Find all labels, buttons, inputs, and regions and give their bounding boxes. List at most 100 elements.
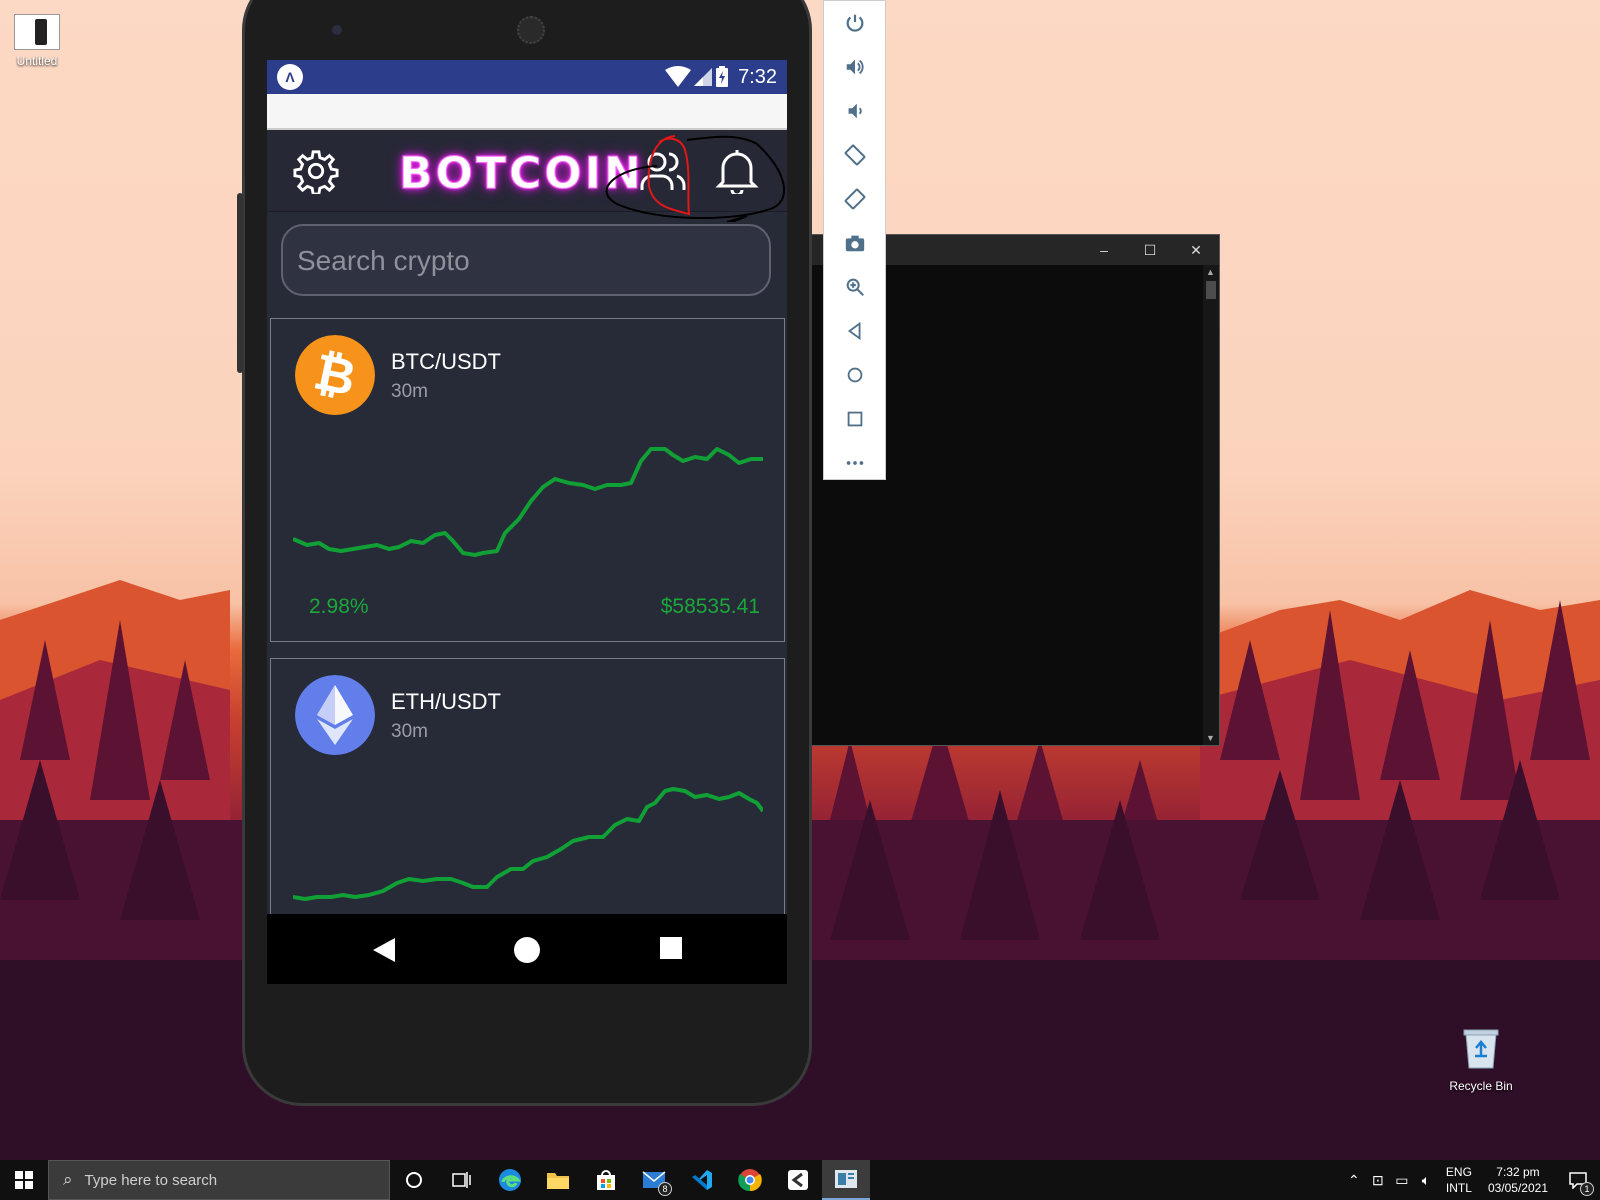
overview-icon (847, 411, 862, 427)
back-icon (847, 321, 860, 341)
settings-gear-icon[interactable] (293, 148, 339, 194)
zoom-button[interactable] (824, 265, 885, 309)
emulator-window-icon (835, 1170, 857, 1188)
folder-icon (547, 1173, 569, 1189)
cortana-circle-icon (406, 1172, 422, 1188)
rotate-right-icon (844, 188, 865, 210)
taskbar-android-studio[interactable] (774, 1160, 822, 1200)
volume-up-icon (846, 59, 863, 75)
zoom-icon (846, 278, 864, 296)
wifi-icon (665, 66, 692, 87)
meet-now-icon[interactable]: ⊡ (1366, 1172, 1390, 1189)
rotate-left-button[interactable] (824, 133, 885, 177)
mail-count-badge: 8 (658, 1182, 672, 1196)
scroll-up-icon[interactable]: ▲ (1206, 267, 1215, 277)
task-view-icon (452, 1172, 471, 1188)
lang-layout: INTL (1445, 1181, 1472, 1195)
volume-up-button[interactable] (824, 45, 885, 89)
app-header: BOTCOIN (267, 130, 787, 222)
scroll-thumb[interactable] (1206, 281, 1216, 299)
show-hidden-icons-chevron-icon[interactable]: ⌃ (1342, 1172, 1366, 1189)
taskbar-edge[interactable] (486, 1160, 534, 1200)
cortana-button[interactable] (390, 1160, 438, 1200)
windows-logo-icon (15, 1171, 33, 1189)
nav-back-icon[interactable] (371, 936, 397, 964)
rotate-left-icon (844, 144, 865, 166)
search-input[interactable]: Search crypto (281, 224, 771, 296)
app-bar (267, 94, 787, 130)
volume-down-button[interactable] (824, 89, 885, 133)
home-icon (847, 367, 862, 383)
bitcoin-icon: ₿ (295, 335, 375, 415)
search-placeholder: Type here to search (84, 1171, 218, 1189)
close-button[interactable]: ✕ (1173, 242, 1219, 259)
annotation-scribble (605, 135, 786, 222)
volume-icon[interactable]: 🔈︎ (1414, 1172, 1438, 1189)
desktop: Untitled Recycle Bin – ☐ ✕ ▲ ▼ Λ 7:32 BO… (0, 0, 1600, 1160)
taskbar-chrome[interactable] (726, 1160, 774, 1200)
more-icon (846, 461, 863, 465)
screenshot-button[interactable] (824, 221, 885, 265)
start-button[interactable] (0, 1160, 48, 1200)
pair-name: ETH/USDT (391, 689, 501, 714)
price-change: 2.98% (309, 595, 369, 618)
minimize-button[interactable]: – (1081, 242, 1127, 258)
android-studio-icon (788, 1170, 808, 1190)
taskbar-search-box[interactable]: ⌕ Type here to search (48, 1160, 390, 1200)
android-status-bar: Λ 7:32 (267, 60, 787, 94)
price-value: $58535.41 (660, 595, 760, 618)
phone-screen: Λ 7:32 BOTCOIN Search crypto ₿ BTC/USDT … (267, 60, 787, 984)
clock-time: 7:32 pm (1496, 1165, 1540, 1179)
edge-browser-icon (499, 1169, 521, 1191)
nav-overview-icon[interactable] (659, 936, 683, 960)
volume-down-icon (848, 103, 862, 119)
battery-charging-icon (716, 66, 729, 87)
desktop-icon-label: Untitled (16, 54, 58, 68)
power-button[interactable] (824, 1, 885, 45)
store-bag-icon (597, 1170, 615, 1190)
desktop-icon-label: Recycle Bin (1449, 1079, 1513, 1093)
back-button[interactable] (824, 309, 885, 353)
home-button[interactable] (824, 353, 885, 397)
front-camera-icon (332, 25, 342, 35)
interval-label: 30m (391, 721, 428, 742)
price-sparkline (293, 447, 763, 557)
pair-name: BTC/USDT (391, 349, 501, 374)
console-scrollbar[interactable]: ▲ ▼ (1203, 265, 1219, 745)
scroll-down-icon[interactable]: ▼ (1206, 733, 1215, 743)
more-button[interactable] (824, 441, 885, 485)
power-icon (846, 14, 863, 32)
desktop-icon-untitled[interactable]: Untitled (8, 14, 66, 68)
taskbar-vscode[interactable] (678, 1160, 726, 1200)
taskbar-emulator[interactable] (822, 1160, 870, 1200)
overview-button[interactable] (824, 397, 885, 441)
crypto-card-btc[interactable]: ₿ BTC/USDT 30m 2.98% $58535.41 (270, 318, 785, 642)
taskbar-store[interactable] (582, 1160, 630, 1200)
system-tray: ⌃ ⊡ ▭ 🔈︎ ENG INTL 7:32 pm 03/05/2021 1 (1342, 1160, 1600, 1200)
taskbar-file-explorer[interactable] (534, 1160, 582, 1200)
action-center-button[interactable]: 1 (1556, 1160, 1600, 1200)
search-icon: ⌕ (63, 1170, 73, 1189)
recycle-bin-icon (1463, 1029, 1499, 1069)
network-icon[interactable]: ▭ (1390, 1172, 1414, 1189)
maximize-button[interactable]: ☐ (1127, 242, 1173, 259)
interval-label: 30m (391, 381, 428, 402)
vscode-icon (692, 1170, 712, 1190)
status-time: 7:32 (738, 65, 777, 88)
notification-count-badge: 1 (1580, 1182, 1594, 1196)
file-thumbnail-icon (14, 14, 60, 50)
rotate-right-button[interactable] (824, 177, 885, 221)
input-language[interactable]: ENG INTL (1438, 1164, 1480, 1196)
cellular-signal-icon (694, 68, 713, 86)
side-button (237, 193, 243, 373)
camera-icon (845, 235, 864, 252)
taskbar-mail[interactable]: 8 (630, 1160, 678, 1200)
desktop-icon-recycle-bin[interactable]: Recycle Bin (1440, 1026, 1522, 1093)
nav-home-icon[interactable] (513, 936, 541, 964)
taskbar-clock[interactable]: 7:32 pm 03/05/2021 (1480, 1164, 1556, 1196)
emulator-toolbar (823, 0, 886, 480)
chrome-icon (738, 1169, 762, 1192)
lang-code: ENG (1445, 1165, 1472, 1179)
task-view-button[interactable] (438, 1160, 486, 1200)
clock-date: 03/05/2021 (1487, 1181, 1548, 1195)
